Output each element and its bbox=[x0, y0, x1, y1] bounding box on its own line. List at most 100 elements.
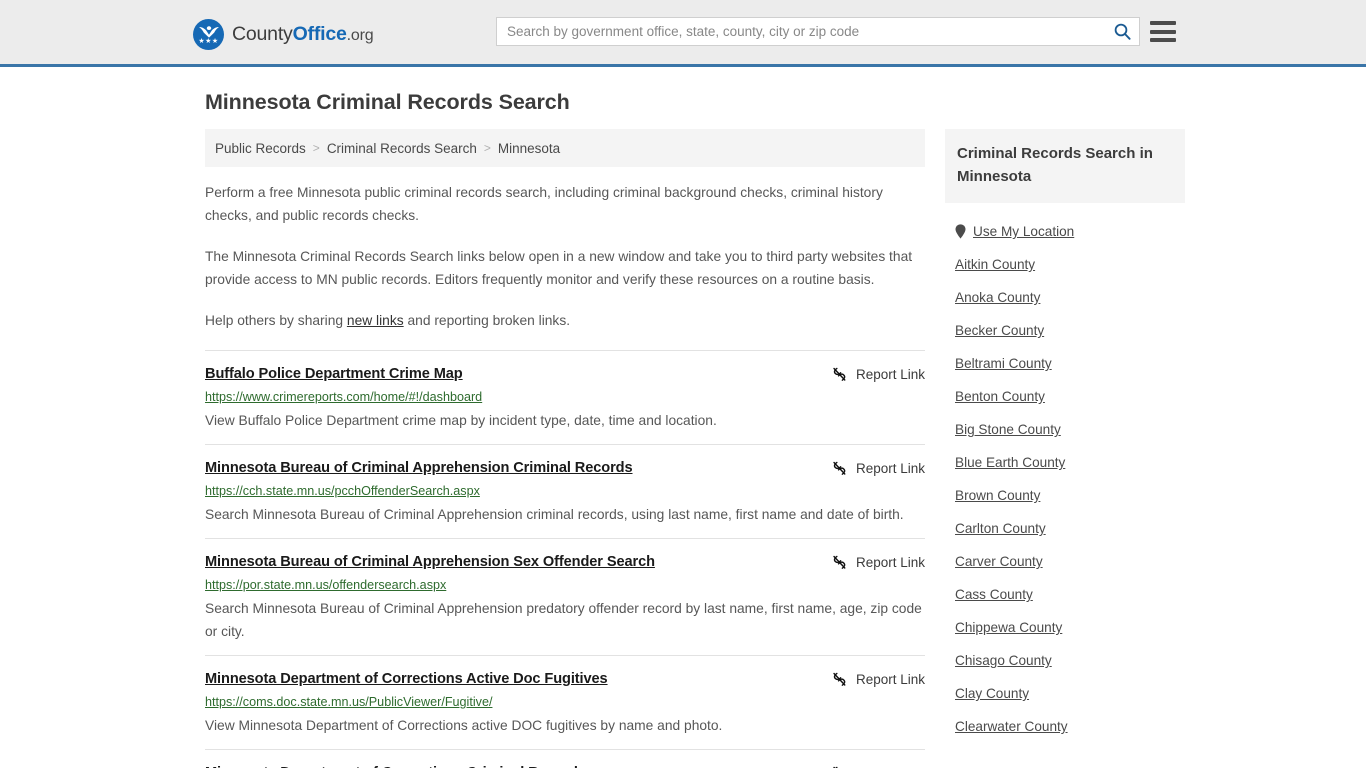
sidebar-item-county[interactable]: Clearwater County bbox=[945, 710, 1185, 743]
result-item: Minnesota Department of Corrections Acti… bbox=[205, 655, 925, 749]
county-link[interactable]: Chisago County bbox=[955, 653, 1052, 668]
intro-paragraph-1: Perform a free Minnesota public criminal… bbox=[205, 185, 883, 223]
search-input[interactable] bbox=[497, 18, 1105, 45]
search-bar[interactable] bbox=[496, 17, 1140, 46]
county-link[interactable]: Aitkin County bbox=[955, 257, 1035, 272]
county-link[interactable]: Benton County bbox=[955, 389, 1045, 404]
result-item: Minnesota Department of Corrections Crim… bbox=[205, 749, 925, 768]
results-list: Buffalo Police Department Crime Map Repo… bbox=[205, 350, 925, 768]
use-my-location-link[interactable]: Use My Location bbox=[973, 224, 1074, 239]
hamburger-bar-3 bbox=[1150, 38, 1176, 42]
result-header: Buffalo Police Department Crime Map Repo… bbox=[205, 365, 925, 384]
result-title-link[interactable]: Minnesota Department of Corrections Crim… bbox=[205, 764, 586, 768]
content-row: Public Records > Criminal Records Search… bbox=[205, 129, 1366, 768]
hamburger-bar-1 bbox=[1150, 21, 1176, 25]
report-link-button[interactable]: Report Link bbox=[817, 366, 925, 383]
result-description: View Buffalo Police Department crime map… bbox=[205, 413, 717, 428]
result-item: Buffalo Police Department Crime Map Repo… bbox=[205, 350, 925, 444]
county-link[interactable]: Blue Earth County bbox=[955, 455, 1065, 470]
new-links-link[interactable]: new links bbox=[347, 313, 404, 328]
search-button[interactable] bbox=[1105, 18, 1139, 45]
broken-link-icon bbox=[833, 367, 846, 381]
result-header: Minnesota Bureau of Criminal Apprehensio… bbox=[205, 459, 925, 478]
report-link-button[interactable]: Report Link bbox=[817, 671, 925, 688]
breadcrumb: Public Records > Criminal Records Search… bbox=[205, 129, 925, 167]
county-link[interactable]: Brown County bbox=[955, 488, 1040, 503]
main-column: Public Records > Criminal Records Search… bbox=[205, 129, 925, 768]
sidebar-item-county[interactable]: Chisago County bbox=[945, 644, 1185, 677]
sidebar: Criminal Records Search in Minnesota Use… bbox=[945, 129, 1185, 768]
county-link[interactable]: Carver County bbox=[955, 554, 1043, 569]
result-title-link[interactable]: Minnesota Bureau of Criminal Apprehensio… bbox=[205, 553, 655, 572]
page-container: Minnesota Criminal Records Search Public… bbox=[0, 90, 1366, 768]
result-title-link[interactable]: Minnesota Bureau of Criminal Apprehensio… bbox=[205, 459, 633, 478]
broken-link-icon bbox=[833, 672, 846, 686]
sidebar-item-county[interactable]: Cass County bbox=[945, 578, 1185, 611]
county-link[interactable]: Becker County bbox=[955, 323, 1044, 338]
county-link[interactable]: Big Stone County bbox=[955, 422, 1061, 437]
site-header: ★★★ CountyOffice.org bbox=[0, 0, 1366, 67]
hamburger-bar-2 bbox=[1150, 29, 1176, 34]
report-link-button[interactable]: Report Link bbox=[817, 554, 925, 571]
result-header: Minnesota Department of Corrections Crim… bbox=[205, 764, 925, 768]
intro-p3-before: Help others by sharing bbox=[205, 313, 347, 328]
brand-wordmark: CountyOffice.org bbox=[232, 23, 374, 46]
county-link[interactable]: Chippewa County bbox=[955, 620, 1062, 635]
sidebar-item-county[interactable]: Chippewa County bbox=[945, 611, 1185, 644]
sidebar-title: Criminal Records Search in Minnesota bbox=[945, 129, 1185, 203]
eagle-icon bbox=[198, 26, 219, 38]
breadcrumb-item-criminal-records-search[interactable]: Criminal Records Search bbox=[327, 141, 477, 156]
sidebar-item-county[interactable]: Beltrami County bbox=[945, 347, 1185, 380]
sidebar-item-county[interactable]: Anoka County bbox=[945, 281, 1185, 314]
search-icon bbox=[1114, 23, 1131, 40]
hamburger-menu-button[interactable] bbox=[1150, 19, 1176, 44]
result-title-link[interactable]: Buffalo Police Department Crime Map bbox=[205, 365, 463, 384]
sidebar-item-county[interactable]: Aitkin County bbox=[945, 248, 1185, 281]
site-logo-link[interactable]: ★★★ CountyOffice.org bbox=[193, 19, 374, 50]
sidebar-item-county[interactable]: Becker County bbox=[945, 314, 1185, 347]
intro-section: Perform a free Minnesota public criminal… bbox=[205, 181, 925, 332]
sidebar-item-county[interactable]: Blue Earth County bbox=[945, 446, 1185, 479]
breadcrumb-item-public-records[interactable]: Public Records bbox=[215, 141, 306, 156]
sidebar-item-use-my-location[interactable]: Use My Location bbox=[945, 215, 1185, 248]
map-pin-icon bbox=[955, 224, 966, 239]
sidebar-item-county[interactable]: Clay County bbox=[945, 677, 1185, 710]
county-link[interactable]: Carlton County bbox=[955, 521, 1046, 536]
sidebar-county-list: Use My Location Aitkin County Anoka Coun… bbox=[945, 203, 1185, 743]
breadcrumb-item-minnesota[interactable]: Minnesota bbox=[498, 141, 560, 156]
result-title-link[interactable]: Minnesota Department of Corrections Acti… bbox=[205, 670, 608, 689]
broken-link-icon bbox=[833, 461, 846, 475]
result-description: View Minnesota Department of Corrections… bbox=[205, 718, 723, 733]
result-url[interactable]: https://por.state.mn.us/offendersearch.a… bbox=[205, 577, 925, 594]
result-url[interactable]: https://cch.state.mn.us/pcchOffenderSear… bbox=[205, 483, 925, 500]
county-link[interactable]: Clay County bbox=[955, 686, 1029, 701]
result-item: Minnesota Bureau of Criminal Apprehensio… bbox=[205, 538, 925, 655]
stars-icon: ★★★ bbox=[198, 38, 219, 45]
report-link-button[interactable]: Report Link bbox=[817, 460, 925, 477]
sidebar-item-county[interactable]: Carlton County bbox=[945, 512, 1185, 545]
intro-paragraph-2: The Minnesota Criminal Records Search li… bbox=[205, 249, 913, 287]
report-link-label: Report Link bbox=[855, 367, 925, 382]
county-link[interactable]: Beltrami County bbox=[955, 356, 1052, 371]
sidebar-item-county[interactable]: Benton County bbox=[945, 380, 1185, 413]
county-link[interactable]: Anoka County bbox=[955, 290, 1040, 305]
result-item: Minnesota Bureau of Criminal Apprehensio… bbox=[205, 444, 925, 538]
result-url[interactable]: https://coms.doc.state.mn.us/PublicViewe… bbox=[205, 694, 925, 711]
brand-county: County bbox=[232, 23, 293, 45]
result-header: Minnesota Bureau of Criminal Apprehensio… bbox=[205, 553, 925, 572]
breadcrumb-separator-1: > bbox=[312, 141, 320, 155]
brand-office: Office bbox=[292, 23, 347, 45]
sidebar-item-county[interactable]: Carver County bbox=[945, 545, 1185, 578]
report-link-label: Report Link bbox=[855, 461, 925, 476]
result-description: Search Minnesota Bureau of Criminal Appr… bbox=[205, 507, 904, 522]
broken-link-icon bbox=[833, 555, 846, 569]
page-title: Minnesota Criminal Records Search bbox=[205, 90, 570, 114]
county-link[interactable]: Clearwater County bbox=[955, 719, 1068, 734]
sidebar-item-county[interactable]: Big Stone County bbox=[945, 413, 1185, 446]
sidebar-item-county[interactable]: Brown County bbox=[945, 479, 1185, 512]
county-link[interactable]: Cass County bbox=[955, 587, 1033, 602]
breadcrumb-separator-2: > bbox=[483, 141, 491, 155]
result-header: Minnesota Department of Corrections Acti… bbox=[205, 670, 925, 689]
result-url[interactable]: https://www.crimereports.com/home/#!/das… bbox=[205, 389, 925, 406]
intro-p3-after: and reporting broken links. bbox=[403, 313, 571, 328]
